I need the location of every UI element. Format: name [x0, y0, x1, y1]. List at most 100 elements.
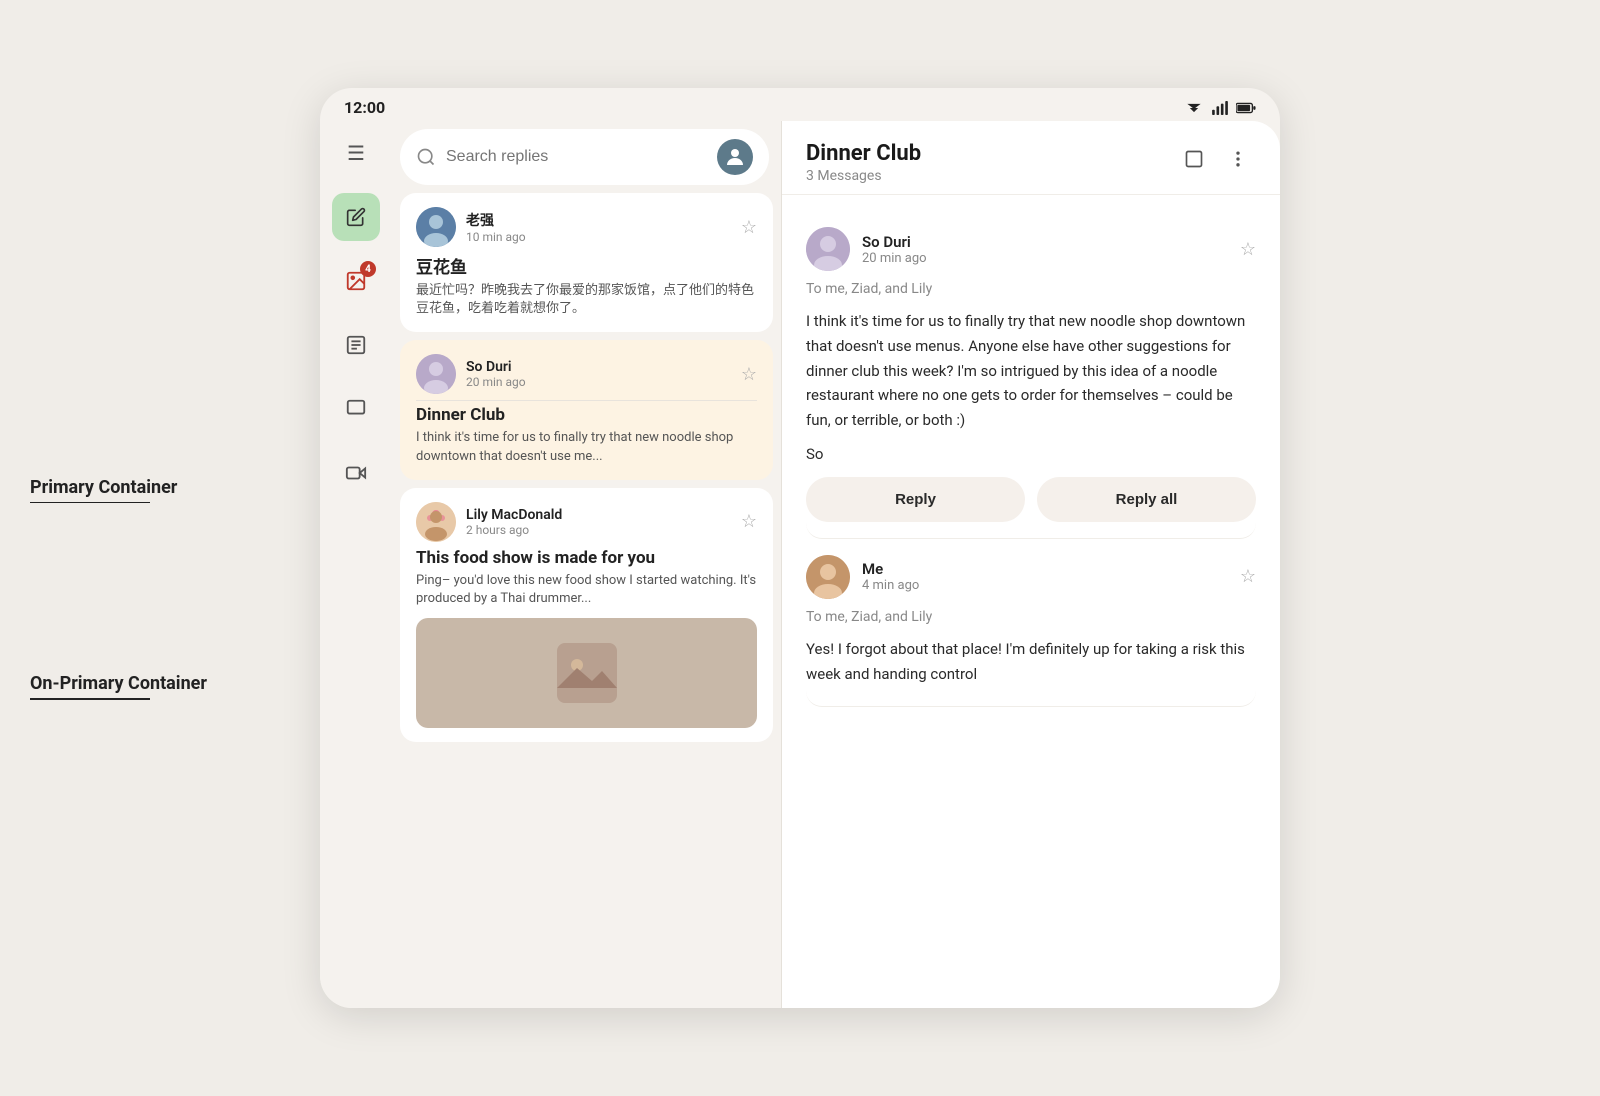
email-time-1: 10 min ago [466, 230, 731, 244]
email-item-2[interactable]: So Duri 20 min ago ☆ Dinner Club I think… [400, 340, 773, 479]
email-list: 老强 10 min ago ☆ 豆花鱼 最近忙吗？昨晚我去了你最爱的那家饭馆，点… [392, 193, 781, 1008]
email-time-3: 2 hours ago [466, 523, 731, 537]
email-preview-3: Ping– you'd love this new food show I st… [416, 572, 757, 608]
status-bar: 12:00 [320, 88, 1280, 121]
on-primary-container-label: On-Primary Container [30, 673, 310, 694]
on-primary-container-annotation: On-Primary Container [30, 673, 310, 700]
message-card-2: Me 4 min ago ☆ To me, Ziad, and Lily Yes… [806, 539, 1256, 708]
star-icon-1[interactable]: ☆ [741, 217, 757, 238]
email-time-2: 20 min ago [466, 375, 731, 389]
detail-count: 3 Messages [806, 168, 921, 184]
message-time-1: 20 min ago [862, 251, 1228, 266]
email-subject-1: 豆花鱼 [416, 253, 757, 278]
sidebar-notifications-icon[interactable]: 4 [332, 257, 380, 305]
primary-container-annotation: Primary Container [30, 477, 310, 504]
detail-actions [1176, 141, 1256, 177]
avatar-img-1 [416, 207, 456, 247]
search-input[interactable] [446, 148, 707, 166]
message-avatar-2 [806, 555, 850, 599]
message-avatar-1 [806, 227, 850, 271]
detail-title: Dinner Club [806, 141, 921, 166]
message-meta-2: Me 4 min ago [862, 560, 1228, 593]
email-detail-panel: Dinner Club 3 Messages [782, 121, 1280, 1008]
email-meta-3: Lily MacDonald 2 hours ago [466, 507, 731, 537]
message-card-1: So Duri 20 min ago ☆ To me, Ziad, and Li… [806, 211, 1256, 539]
email-sender-1: 老强 [466, 210, 731, 230]
email-meta-1: 老强 10 min ago [466, 210, 731, 244]
on-primary-container-line [30, 698, 150, 700]
reply-button[interactable]: Reply [806, 477, 1025, 522]
message-meta-1: So Duri 20 min ago [862, 233, 1228, 266]
email-meta-2: So Duri 20 min ago [466, 359, 731, 389]
main-area: ☰ 4 [320, 121, 1280, 1008]
email-divider [416, 400, 757, 401]
reply-buttons: Reply Reply all [806, 477, 1256, 522]
star-icon-3[interactable]: ☆ [741, 511, 757, 532]
phone-container: 12:00 [320, 88, 1280, 1008]
message-avatar-img-2 [806, 555, 850, 599]
message-body-1: I think it's time for us to finally try … [806, 309, 1256, 433]
sidebar: ☰ 4 [320, 121, 392, 1008]
email-sender-2: So Duri [466, 359, 731, 375]
box-icon [1184, 149, 1204, 169]
image-placeholder-icon [557, 643, 617, 703]
notification-badge: 4 [360, 261, 376, 277]
primary-container-line [30, 502, 150, 504]
email-avatar-3 [416, 502, 456, 542]
avatar-img-2 [416, 354, 456, 394]
message-body-2: Yes! I forgot about that place! I'm defi… [806, 637, 1256, 687]
detail-header: Dinner Club 3 Messages [782, 121, 1280, 195]
sidebar-chat-icon[interactable] [332, 385, 380, 433]
email-item-3[interactable]: Lily MacDonald 2 hours ago ☆ This food s… [400, 488, 773, 742]
detail-action-more-btn[interactable] [1220, 141, 1256, 177]
sidebar-notes-icon[interactable] [332, 321, 380, 369]
signal-icon [1210, 101, 1230, 115]
detail-action-box-btn[interactable] [1176, 141, 1212, 177]
message-header-2: Me 4 min ago ☆ [806, 555, 1256, 599]
message-signature-1: So [806, 445, 1256, 463]
email-sender-3: Lily MacDonald [466, 507, 731, 523]
page-wrapper: Primary Container On-Primary Container 1… [0, 0, 1600, 1096]
message-avatar-img-1 [806, 227, 850, 271]
reply-all-button[interactable]: Reply all [1037, 477, 1256, 522]
search-icon [416, 147, 436, 167]
message-sender-1: So Duri [862, 233, 1228, 251]
status-icons [1184, 101, 1256, 115]
sidebar-compose-icon[interactable] [332, 193, 380, 241]
email-avatar-1 [416, 207, 456, 247]
notes-icon [345, 334, 367, 356]
message-time-2: 4 min ago [862, 578, 1228, 593]
pencil-icon [346, 207, 366, 227]
video-icon [345, 462, 367, 484]
user-avatar[interactable] [717, 139, 753, 175]
user-icon [723, 145, 747, 169]
message-sender-2: Me [862, 560, 1228, 578]
email-subject-2: Dinner Club [416, 405, 757, 425]
message-star-2[interactable]: ☆ [1240, 566, 1256, 587]
primary-container-label: Primary Container [30, 477, 310, 498]
email-avatar-2 [416, 354, 456, 394]
message-star-1[interactable]: ☆ [1240, 239, 1256, 260]
email-item-1[interactable]: 老强 10 min ago ☆ 豆花鱼 最近忙吗？昨晚我去了你最爱的那家饭馆，点… [400, 193, 773, 332]
more-vert-icon [1228, 149, 1248, 169]
wifi-icon [1184, 101, 1204, 115]
sidebar-video-icon[interactable] [332, 449, 380, 497]
battery-icon [1236, 101, 1256, 115]
detail-title-area: Dinner Club 3 Messages [806, 141, 921, 184]
chat-icon [345, 398, 367, 420]
message-to-2: To me, Ziad, and Lily [806, 609, 1256, 625]
annotations-left: Primary Container On-Primary Container [30, 0, 310, 1096]
detail-messages: So Duri 20 min ago ☆ To me, Ziad, and Li… [782, 195, 1280, 1008]
sidebar-menu-icon[interactable]: ☰ [332, 129, 380, 177]
message-header-1: So Duri 20 min ago ☆ [806, 227, 1256, 271]
email-preview-2: I think it's time for us to finally try … [416, 429, 757, 465]
time-display: 12:00 [344, 98, 385, 117]
avatar-img-3 [416, 502, 456, 542]
email-preview-1: 最近忙吗？昨晚我去了你最爱的那家饭馆，点了他们的特色豆花鱼，吃着吃着就想你了。 [416, 282, 757, 318]
email-list-panel: 老强 10 min ago ☆ 豆花鱼 最近忙吗？昨晚我去了你最爱的那家饭馆，点… [392, 121, 782, 1008]
star-icon-2[interactable]: ☆ [741, 364, 757, 385]
message-to-1: To me, Ziad, and Lily [806, 281, 1256, 297]
food-show-image [416, 618, 757, 728]
search-bar [400, 129, 769, 185]
email-subject-3: This food show is made for you [416, 548, 757, 568]
